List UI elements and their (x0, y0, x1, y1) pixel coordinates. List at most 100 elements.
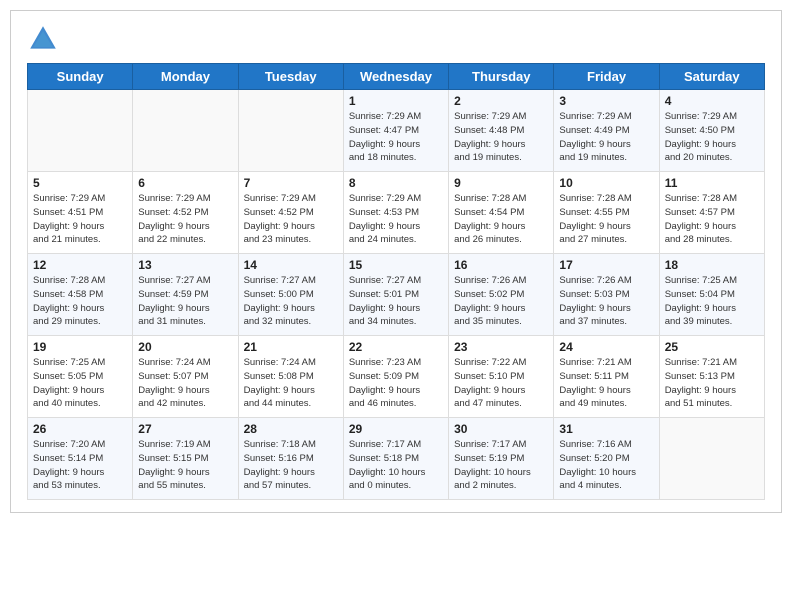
day-header-monday: Monday (133, 64, 238, 90)
calendar-cell: 23 Sunrise: 7:22 AM Sunset: 5:10 PM Dayli… (449, 336, 554, 418)
day-info: Sunrise: 7:25 AM Sunset: 5:05 PM Dayligh… (33, 356, 127, 411)
day-info: Sunrise: 7:28 AM Sunset: 4:58 PM Dayligh… (33, 274, 127, 329)
week-row-4: 19 Sunrise: 7:25 AM Sunset: 5:05 PM Dayli… (28, 336, 765, 418)
day-number: 13 (138, 258, 232, 272)
calendar-cell: 24Sunrise: 7:21 AM Sunset: 5:11 PM Dayli… (554, 336, 659, 418)
week-row-2: 5 Sunrise: 7:29 AM Sunset: 4:51 PM Daylig… (28, 172, 765, 254)
day-info: Sunrise: 7:29 AM Sunset: 4:52 PM Dayligh… (244, 192, 338, 247)
calendar-cell: 1 Sunrise: 7:29 AM Sunset: 4:47 PM Daylig… (343, 90, 448, 172)
calendar-cell: 2Sunrise: 7:29 AM Sunset: 4:48 PM Daylig… (449, 90, 554, 172)
page-header (27, 23, 765, 55)
day-number: 31 (559, 422, 653, 436)
day-info: Sunrise: 7:26 AM Sunset: 5:03 PM Dayligh… (559, 274, 653, 329)
calendar-cell: 30 Sunrise: 7:17 AM Sunset: 5:19 PM Dayli… (449, 418, 554, 500)
calendar-cell: 7 Sunrise: 7:29 AM Sunset: 4:52 PM Daylig… (238, 172, 343, 254)
calendar-cell: 21Sunrise: 7:24 AM Sunset: 5:08 PM Dayli… (238, 336, 343, 418)
day-number: 7 (244, 176, 338, 190)
calendar-cell: 22Sunrise: 7:23 AM Sunset: 5:09 PM Dayli… (343, 336, 448, 418)
day-number: 28 (244, 422, 338, 436)
day-number: 1 (349, 94, 443, 108)
day-info: Sunrise: 7:29 AM Sunset: 4:53 PM Dayligh… (349, 192, 443, 247)
calendar-cell: 27Sunrise: 7:19 AM Sunset: 5:15 PM Dayli… (133, 418, 238, 500)
day-number: 29 (349, 422, 443, 436)
calendar-cell: 12 Sunrise: 7:28 AM Sunset: 4:58 PM Dayli… (28, 254, 133, 336)
day-info: Sunrise: 7:17 AM Sunset: 5:18 PM Dayligh… (349, 438, 443, 493)
calendar-cell: 8 Sunrise: 7:29 AM Sunset: 4:53 PM Daylig… (343, 172, 448, 254)
day-header-friday: Friday (554, 64, 659, 90)
day-number: 23 (454, 340, 548, 354)
calendar-cell: 14Sunrise: 7:27 AM Sunset: 5:00 PM Dayli… (238, 254, 343, 336)
calendar-page: SundayMondayTuesdayWednesdayThursdayFrid… (10, 10, 782, 513)
day-info: Sunrise: 7:21 AM Sunset: 5:13 PM Dayligh… (665, 356, 759, 411)
calendar-cell: 16 Sunrise: 7:26 AM Sunset: 5:02 PM Dayli… (449, 254, 554, 336)
day-info: Sunrise: 7:29 AM Sunset: 4:51 PM Dayligh… (33, 192, 127, 247)
day-number: 17 (559, 258, 653, 272)
day-info: Sunrise: 7:27 AM Sunset: 4:59 PM Dayligh… (138, 274, 232, 329)
day-info: Sunrise: 7:28 AM Sunset: 4:55 PM Dayligh… (559, 192, 653, 247)
calendar-cell: 9 Sunrise: 7:28 AM Sunset: 4:54 PM Daylig… (449, 172, 554, 254)
calendar-cell (238, 90, 343, 172)
day-info: Sunrise: 7:19 AM Sunset: 5:15 PM Dayligh… (138, 438, 232, 493)
calendar-cell: 18 Sunrise: 7:25 AM Sunset: 5:04 PM Dayli… (659, 254, 764, 336)
day-number: 16 (454, 258, 548, 272)
day-info: Sunrise: 7:27 AM Sunset: 5:00 PM Dayligh… (244, 274, 338, 329)
day-header-tuesday: Tuesday (238, 64, 343, 90)
calendar-cell (133, 90, 238, 172)
day-number: 20 (138, 340, 232, 354)
day-info: Sunrise: 7:28 AM Sunset: 4:57 PM Dayligh… (665, 192, 759, 247)
day-info: Sunrise: 7:21 AM Sunset: 5:11 PM Dayligh… (559, 356, 653, 411)
calendar-cell: 5 Sunrise: 7:29 AM Sunset: 4:51 PM Daylig… (28, 172, 133, 254)
calendar-cell: 3 Sunrise: 7:29 AM Sunset: 4:49 PM Daylig… (554, 90, 659, 172)
day-info: Sunrise: 7:25 AM Sunset: 5:04 PM Dayligh… (665, 274, 759, 329)
week-row-3: 12 Sunrise: 7:28 AM Sunset: 4:58 PM Dayli… (28, 254, 765, 336)
calendar-cell: 26 Sunrise: 7:20 AM Sunset: 5:14 PM Dayli… (28, 418, 133, 500)
day-info: Sunrise: 7:20 AM Sunset: 5:14 PM Dayligh… (33, 438, 127, 493)
day-header-wednesday: Wednesday (343, 64, 448, 90)
day-info: Sunrise: 7:16 AM Sunset: 5:20 PM Dayligh… (559, 438, 653, 493)
calendar-cell: 19 Sunrise: 7:25 AM Sunset: 5:05 PM Dayli… (28, 336, 133, 418)
calendar-table: SundayMondayTuesdayWednesdayThursdayFrid… (27, 63, 765, 500)
day-number: 30 (454, 422, 548, 436)
day-header-thursday: Thursday (449, 64, 554, 90)
day-number: 8 (349, 176, 443, 190)
calendar-cell: 10 Sunrise: 7:28 AM Sunset: 4:55 PM Dayli… (554, 172, 659, 254)
day-number: 5 (33, 176, 127, 190)
calendar-cell: 31 Sunrise: 7:16 AM Sunset: 5:20 PM Dayli… (554, 418, 659, 500)
day-info: Sunrise: 7:29 AM Sunset: 4:52 PM Dayligh… (138, 192, 232, 247)
day-number: 12 (33, 258, 127, 272)
calendar-cell: 13 Sunrise: 7:27 AM Sunset: 4:59 PM Dayli… (133, 254, 238, 336)
day-info: Sunrise: 7:23 AM Sunset: 5:09 PM Dayligh… (349, 356, 443, 411)
day-number: 6 (138, 176, 232, 190)
calendar-cell: 6 Sunrise: 7:29 AM Sunset: 4:52 PM Daylig… (133, 172, 238, 254)
day-info: Sunrise: 7:29 AM Sunset: 4:49 PM Dayligh… (559, 110, 653, 165)
day-number: 10 (559, 176, 653, 190)
day-number: 18 (665, 258, 759, 272)
day-info: Sunrise: 7:29 AM Sunset: 4:47 PM Dayligh… (349, 110, 443, 165)
day-info: Sunrise: 7:27 AM Sunset: 5:01 PM Dayligh… (349, 274, 443, 329)
calendar-cell: 25 Sunrise: 7:21 AM Sunset: 5:13 PM Dayli… (659, 336, 764, 418)
calendar-cell: 29 Sunrise: 7:17 AM Sunset: 5:18 PM Dayli… (343, 418, 448, 500)
logo-icon (27, 23, 59, 55)
day-number: 19 (33, 340, 127, 354)
day-number: 4 (665, 94, 759, 108)
calendar-cell (28, 90, 133, 172)
day-number: 26 (33, 422, 127, 436)
day-number: 11 (665, 176, 759, 190)
calendar-cell: 28Sunrise: 7:18 AM Sunset: 5:16 PM Dayli… (238, 418, 343, 500)
day-info: Sunrise: 7:26 AM Sunset: 5:02 PM Dayligh… (454, 274, 548, 329)
day-info: Sunrise: 7:22 AM Sunset: 5:10 PM Dayligh… (454, 356, 548, 411)
calendar-cell: 17 Sunrise: 7:26 AM Sunset: 5:03 PM Dayli… (554, 254, 659, 336)
day-number: 15 (349, 258, 443, 272)
day-number: 21 (244, 340, 338, 354)
week-row-5: 26 Sunrise: 7:20 AM Sunset: 5:14 PM Dayli… (28, 418, 765, 500)
calendar-cell: 20Sunrise: 7:24 AM Sunset: 5:07 PM Dayli… (133, 336, 238, 418)
calendar-cell: 15 Sunrise: 7:27 AM Sunset: 5:01 PM Dayli… (343, 254, 448, 336)
day-number: 25 (665, 340, 759, 354)
day-info: Sunrise: 7:17 AM Sunset: 5:19 PM Dayligh… (454, 438, 548, 493)
calendar-cell (659, 418, 764, 500)
day-number: 3 (559, 94, 653, 108)
day-number: 9 (454, 176, 548, 190)
day-info: Sunrise: 7:28 AM Sunset: 4:54 PM Dayligh… (454, 192, 548, 247)
calendar-cell: 4Sunrise: 7:29 AM Sunset: 4:50 PM Daylig… (659, 90, 764, 172)
day-header-saturday: Saturday (659, 64, 764, 90)
